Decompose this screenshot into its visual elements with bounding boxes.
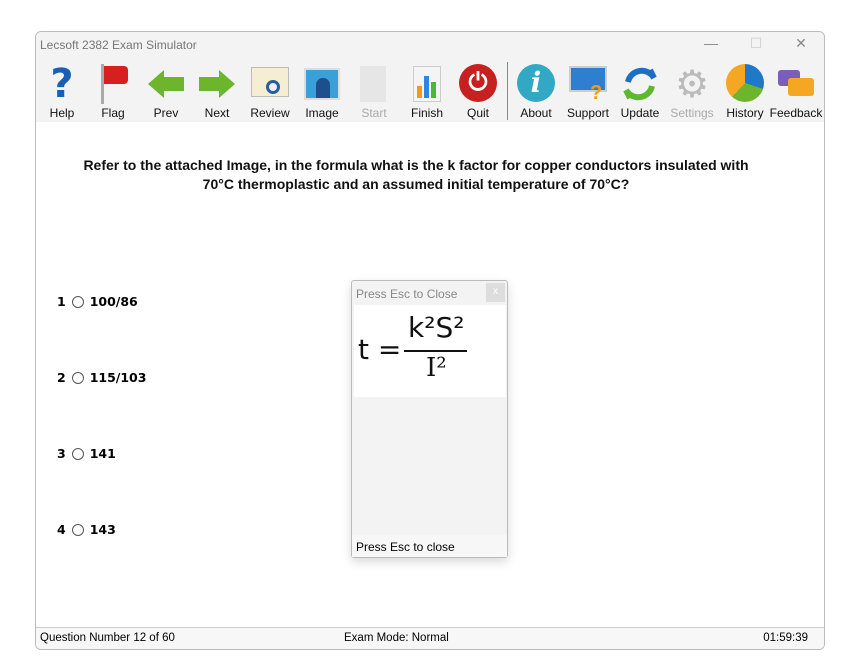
start-icon xyxy=(354,64,394,104)
toolbar-settings-button: ⚙ Settings xyxy=(666,60,718,122)
toolbar-history-button[interactable]: History xyxy=(719,60,771,122)
toolbar-label: Start xyxy=(361,106,387,120)
pie-chart-icon xyxy=(725,64,765,104)
option-text: 143 xyxy=(89,522,116,537)
popup-title: Press Esc to Close xyxy=(356,287,458,301)
timer: 01:59:39 xyxy=(763,632,808,644)
toolbar: ? Help Flag Prev Next Review Image Start Finish ⏻… xyxy=(36,58,824,122)
toolbar-feedback-button[interactable]: Feedback xyxy=(770,60,822,122)
status-bar: Question Number 12 of 60 Exam Mode: Norm… xyxy=(36,627,824,649)
answer-option-1[interactable]: 1 100/86 xyxy=(57,294,138,309)
option-number: 2 xyxy=(57,370,66,385)
finish-icon xyxy=(407,64,447,104)
feedback-icon xyxy=(776,64,816,104)
arrow-left-icon xyxy=(146,64,186,104)
arrow-right-icon xyxy=(197,64,237,104)
toolbar-label: Settings xyxy=(670,106,714,120)
gear-icon: ⚙ xyxy=(674,62,710,106)
toolbar-next-button[interactable]: Next xyxy=(191,60,243,122)
answer-option-2[interactable]: 2 115/103 xyxy=(57,370,146,385)
toolbar-label: Image xyxy=(305,106,339,120)
toolbar-label: Next xyxy=(204,106,230,120)
answer-option-3[interactable]: 3 141 xyxy=(57,446,116,461)
maximize-button[interactable]: ☐ xyxy=(741,35,771,55)
toolbar-prev-button[interactable]: Prev xyxy=(140,60,192,122)
toolbar-label: Feedback xyxy=(769,106,823,120)
option-text: 141 xyxy=(89,446,116,461)
option-radio[interactable] xyxy=(71,447,84,460)
toolbar-flag-button[interactable]: Flag xyxy=(87,60,139,122)
toolbar-start-button: Start xyxy=(348,60,400,122)
question-number: Question Number 12 of 60 xyxy=(40,632,175,644)
update-icon xyxy=(620,64,660,104)
option-radio[interactable] xyxy=(71,295,84,308)
option-number: 4 xyxy=(57,522,66,537)
option-text: 100/86 xyxy=(89,294,138,309)
toolbar-help-button[interactable]: ? Help xyxy=(36,60,88,122)
image-icon xyxy=(302,64,342,104)
toolbar-quit-button[interactable]: ⏻ Quit xyxy=(452,60,504,122)
review-icon xyxy=(250,64,290,104)
toolbar-label: Support xyxy=(566,106,610,120)
toolbar-support-button[interactable]: ? Support xyxy=(562,60,614,122)
formula-denominator: I² xyxy=(426,353,447,383)
toolbar-about-button[interactable]: i About xyxy=(510,60,562,122)
minimize-button[interactable]: — xyxy=(696,35,726,55)
image-popup: Press Esc to Close x t = k²S² I² Press E… xyxy=(351,280,508,558)
toolbar-label: Review xyxy=(250,106,290,120)
formula-lhs: t = xyxy=(358,333,402,366)
toolbar-image-button[interactable]: Image xyxy=(296,60,348,122)
title-bar: Lecsoft 2382 Exam Simulator — ☐ ✕ xyxy=(36,32,824,58)
option-number: 1 xyxy=(57,294,66,309)
option-radio[interactable] xyxy=(71,523,84,536)
fraction-bar xyxy=(404,350,467,352)
support-icon: ? xyxy=(568,64,608,104)
answer-option-4[interactable]: 4 143 xyxy=(57,522,116,537)
power-icon: ⏻ xyxy=(458,64,498,104)
close-button[interactable]: ✕ xyxy=(786,35,816,55)
exam-mode: Exam Mode: Normal xyxy=(344,632,449,644)
option-radio[interactable] xyxy=(71,371,84,384)
option-text: 115/103 xyxy=(89,370,147,385)
formula-image: t = k²S² I² xyxy=(354,305,506,397)
toolbar-review-button[interactable]: Review xyxy=(244,60,296,122)
question-text: Refer to the attached Image, in the form… xyxy=(83,157,749,192)
toolbar-update-button[interactable]: Update xyxy=(614,60,666,122)
toolbar-label: Update xyxy=(620,106,660,120)
toolbar-label: About xyxy=(520,106,552,120)
toolbar-label: Flag xyxy=(101,106,125,120)
flag-icon xyxy=(93,64,133,104)
help-icon: ? xyxy=(50,61,74,107)
option-number: 3 xyxy=(57,446,66,461)
popup-footer: Press Esc to close xyxy=(352,535,507,557)
window-title: Lecsoft 2382 Exam Simulator xyxy=(40,38,197,52)
toolbar-label: Quit xyxy=(466,106,489,120)
info-icon: i xyxy=(516,64,556,104)
toolbar-finish-button[interactable]: Finish xyxy=(401,60,453,122)
formula-numerator: k²S² xyxy=(408,311,465,344)
popup-close-button[interactable]: x xyxy=(486,283,505,302)
